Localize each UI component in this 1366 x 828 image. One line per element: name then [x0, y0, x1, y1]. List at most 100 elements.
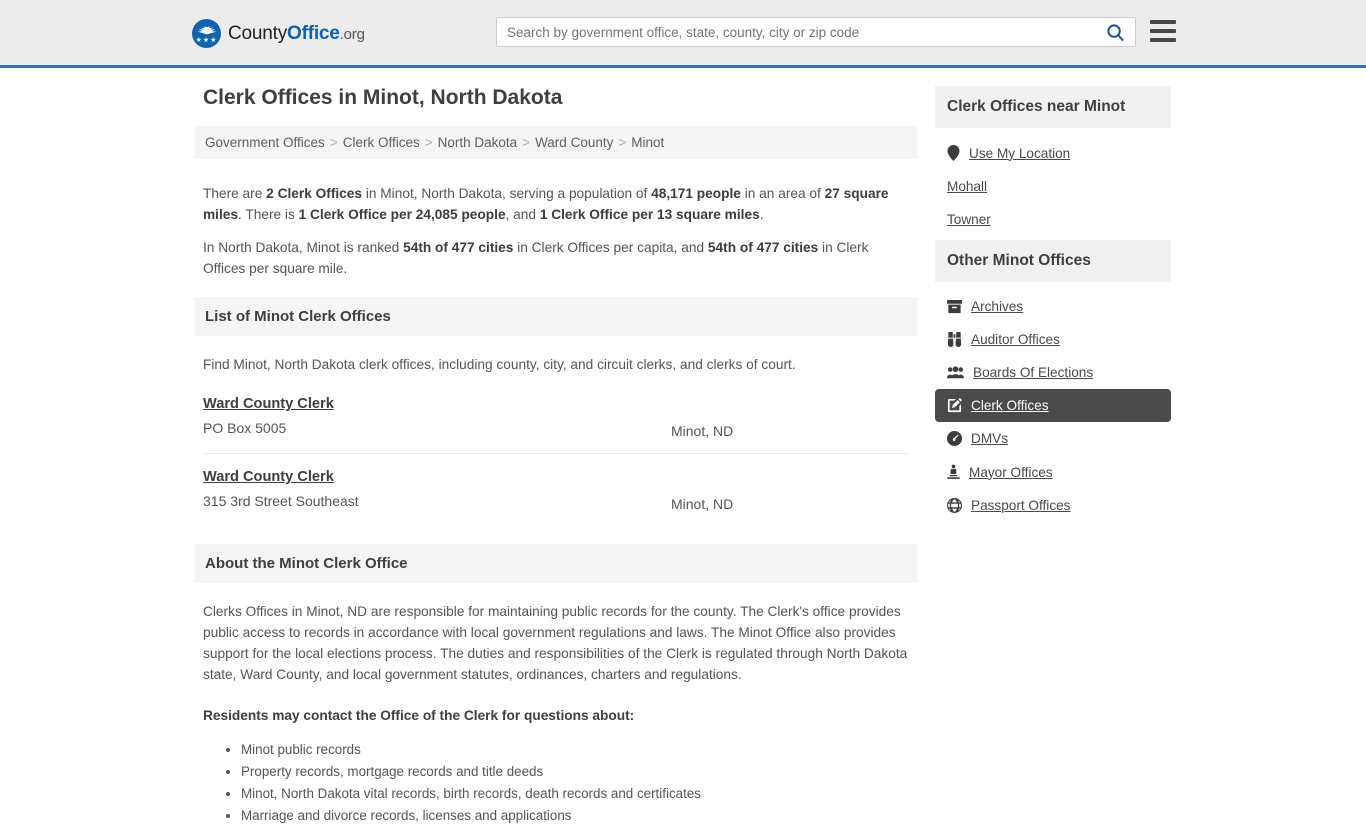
sidebar-item-mohall[interactable]: Mohall	[935, 170, 1171, 203]
list-section-body: Find Minot, North Dakota clerk offices, …	[195, 336, 917, 526]
logo-text-county: County	[228, 22, 288, 44]
breadcrumb-separator: >	[329, 135, 338, 150]
office-address: PO Box 5005	[203, 420, 287, 436]
search-button[interactable]	[1095, 18, 1135, 46]
intro-text: in an area of	[740, 186, 825, 201]
podium-person-icon	[947, 464, 960, 479]
hamburger-menu-icon[interactable]	[1150, 20, 1176, 42]
sidebar-item-label: DMVs	[971, 431, 1009, 446]
breadcrumb-separator: >	[522, 135, 531, 150]
sidebar-near-heading: Clerk Offices near Minot	[935, 86, 1171, 128]
logo-text-office: Office	[287, 22, 340, 44]
intro-text: There are	[203, 186, 267, 201]
logo-stars: ★★★	[195, 37, 218, 44]
intro-text: . There is	[238, 207, 299, 222]
hamburger-line	[1150, 38, 1176, 42]
search-bar	[496, 17, 1136, 47]
breadcrumb-item-north-dakota[interactable]: North Dakota	[438, 135, 518, 150]
site-logo[interactable]: ★★★ CountyOffice.org	[192, 19, 365, 48]
sidebar-item-label: Clerk Offices	[971, 398, 1049, 413]
list-section-heading: List of Minot Clerk Offices	[195, 297, 917, 336]
sidebar-item-dmvs[interactable]: DMVs	[935, 422, 1171, 455]
list-item: Property records, mortgage records and t…	[241, 762, 909, 782]
eagle-seal-icon: ★★★	[192, 19, 221, 48]
sidebar-item-use-my-location[interactable]: Use My Location	[935, 136, 1171, 170]
sidebar-item-label: Towner	[947, 212, 991, 227]
sidebar-item-label: Archives	[971, 299, 1024, 314]
breadcrumb-item-minot[interactable]: Minot	[631, 135, 664, 150]
search-input[interactable]	[497, 18, 1095, 46]
list-section-lead: Find Minot, North Dakota clerk offices, …	[203, 357, 796, 372]
sidebar-item-archives[interactable]: Archives	[935, 290, 1171, 323]
list-item: Minot public records	[241, 740, 909, 760]
sidebar-item-label: Auditor Offices	[971, 332, 1060, 347]
sidebar-other-list: Archives Auditor Offices Boards Of Elect…	[935, 282, 1171, 526]
page-title: Clerk Offices in Minot, North Dakota	[203, 86, 563, 109]
breadcrumb-item-government-offices[interactable]: Government Offices	[205, 135, 325, 150]
office-address: 315 3rd Street Southeast	[203, 493, 359, 509]
search-icon	[1106, 23, 1124, 41]
sidebar-item-auditor-offices[interactable]: Auditor Offices	[935, 323, 1171, 356]
about-paragraph: Clerks Offices in Minot, ND are responsi…	[203, 604, 908, 682]
hamburger-line	[1150, 20, 1176, 24]
edit-pencil-square-icon	[947, 398, 962, 413]
office-info: Ward County Clerk 315 3rd Street Southea…	[203, 468, 671, 509]
office-name-link[interactable]: Ward County Clerk	[203, 396, 334, 412]
table-row: Ward County Clerk PO Box 5005 Minot, ND	[203, 395, 909, 454]
breadcrumb-item-ward-county[interactable]: Ward County	[535, 135, 613, 150]
intro-text: in Clerk Offices per capita, and	[513, 240, 708, 255]
about-bold-lead: Residents may contact the Office of the …	[203, 708, 635, 723]
about-bullet-list: Minot public records Property records, m…	[203, 740, 909, 826]
stat-office-count: 2 Clerk Offices	[266, 186, 363, 201]
intro-stats: There are 2 Clerk Offices in Minot, Nort…	[195, 165, 917, 279]
office-city-state: Minot, ND	[671, 496, 734, 512]
sidebar-item-boards-of-elections[interactable]: Boards Of Elections	[935, 356, 1171, 389]
list-item: Marriage and divorce records, licenses a…	[241, 806, 909, 826]
page-body: Clerk Offices in Minot, North Dakota Gov…	[0, 68, 1366, 828]
intro-text: In North Dakota, Minot is ranked	[203, 240, 404, 255]
stat-per-capita: 1 Clerk Office per 24,085 people	[298, 207, 506, 222]
hamburger-line	[1150, 29, 1176, 33]
breadcrumb: Government Offices > Clerk Offices > North D…	[195, 126, 917, 159]
sidebar-item-label: Mohall	[947, 179, 988, 194]
people-group-icon	[947, 366, 964, 379]
map-pin-icon	[947, 145, 960, 161]
stat-rank-area: 54th of 477 cities	[707, 240, 819, 255]
intro-text: in Minot, North Dakota, serving a popula…	[362, 186, 652, 201]
breadcrumb-separator: >	[618, 135, 627, 150]
speedometer-icon	[947, 431, 962, 446]
main-column: Clerk Offices in Minot, North Dakota Gov…	[195, 86, 917, 828]
intro-text: , and	[505, 207, 540, 222]
sidebar-other-heading: Other Minot Offices	[935, 240, 1171, 282]
breadcrumb-item-clerk-offices[interactable]: Clerk Offices	[343, 135, 420, 150]
breadcrumb-separator: >	[424, 135, 433, 150]
archive-box-icon	[947, 299, 962, 313]
office-info: Ward County Clerk PO Box 5005	[203, 395, 671, 436]
logo-wordmark: CountyOffice.org	[228, 23, 365, 45]
about-section-body: Clerks Offices in Minot, ND are responsi…	[195, 583, 917, 826]
sidebar-near-list: Use My Location Mohall Towner	[935, 128, 1171, 240]
globe-icon	[947, 498, 962, 513]
site-header: ★★★ CountyOffice.org	[0, 0, 1366, 68]
list-item: Minot, North Dakota vital records, birth…	[241, 784, 909, 804]
office-city-state: Minot, ND	[671, 423, 734, 439]
intro-paragraph-2: In North Dakota, Minot is ranked 54th of…	[203, 237, 909, 279]
stat-rank-capita: 54th of 477 cities	[403, 240, 514, 255]
intro-paragraph-1: There are 2 Clerk Offices in Minot, Nort…	[203, 183, 909, 225]
stat-population: 48,171 people	[651, 186, 741, 201]
sidebar-item-label: Mayor Offices	[969, 464, 1053, 480]
sidebar-item-label: Passport Offices	[971, 498, 1071, 513]
eagle-glyph	[197, 26, 216, 35]
office-name-link[interactable]: Ward County Clerk	[203, 469, 334, 485]
table-row: Ward County Clerk 315 3rd Street Southea…	[203, 468, 909, 526]
intro-text: .	[759, 207, 764, 222]
stat-per-area: 1 Clerk Office per 13 square miles	[539, 207, 760, 222]
about-section-heading: About the Minot Clerk Office	[195, 544, 917, 583]
sidebar: Clerk Offices near Minot Use My Location…	[935, 86, 1171, 828]
sidebar-item-towner[interactable]: Towner	[935, 203, 1171, 236]
sidebar-item-passport-offices[interactable]: Passport Offices	[935, 489, 1171, 522]
sidebar-item-label: Use My Location	[969, 145, 1071, 161]
sidebar-item-clerk-offices[interactable]: Clerk Offices	[935, 389, 1171, 422]
sidebar-item-mayor-offices[interactable]: Mayor Offices	[935, 455, 1171, 489]
binoculars-icon	[947, 332, 962, 347]
